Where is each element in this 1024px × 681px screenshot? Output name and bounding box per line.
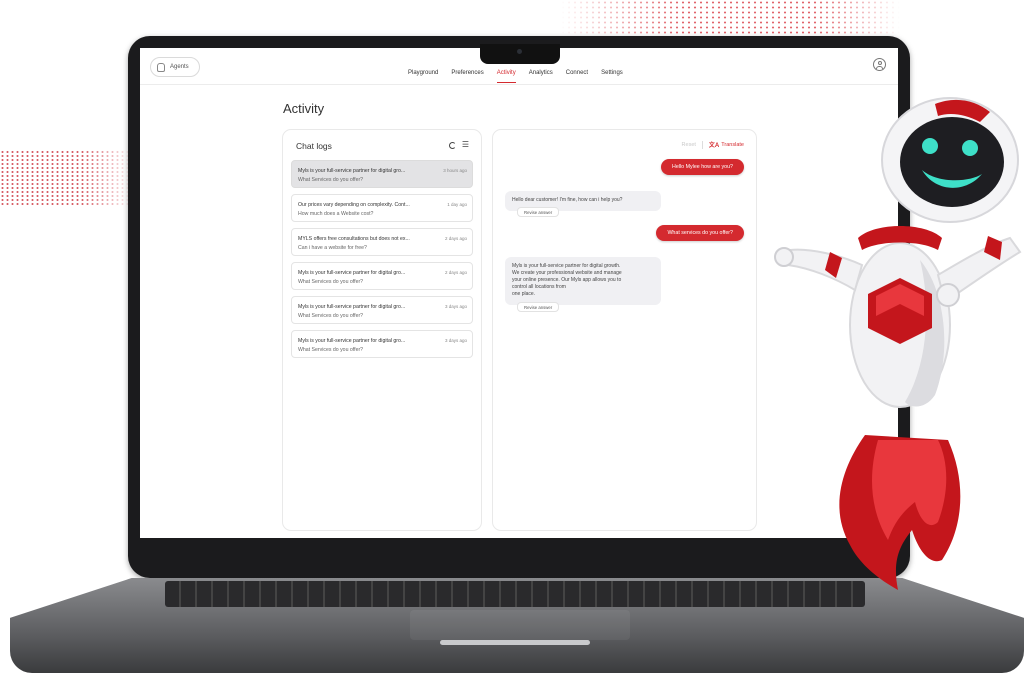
- chat-tools: Reset 文A Translate: [682, 140, 744, 149]
- tab-settings[interactable]: Settings: [601, 70, 623, 79]
- log-subtitle: What Services do you offer?: [298, 177, 364, 183]
- bot-message: Myls is your full-service partner for di…: [505, 257, 661, 305]
- tab-playground[interactable]: Playground: [408, 70, 438, 79]
- translate-label: Translate: [721, 141, 744, 148]
- robot-head-icon: [157, 62, 165, 72]
- refresh-icon[interactable]: [448, 142, 456, 149]
- translate-icon: 文A: [708, 143, 720, 149]
- tab-preferences[interactable]: Preferences: [451, 70, 483, 79]
- log-time: 2 days ago: [444, 270, 467, 275]
- chat-log-list: Myls is your full-service partner for di…: [291, 160, 473, 364]
- agents-label: Agents: [170, 64, 189, 70]
- bot-message-text: Hello dear customer! I'm fine, how can i…: [512, 197, 623, 203]
- page-title: Activity: [283, 101, 325, 116]
- camera-icon: [517, 49, 522, 54]
- laptop-notch: [480, 44, 560, 64]
- tab-connect[interactable]: Connect: [566, 70, 588, 79]
- translate-button[interactable]: 文A Translate: [708, 140, 744, 150]
- log-subtitle: What Services do you offer?: [298, 313, 364, 319]
- log-time: 3 days ago: [444, 338, 467, 343]
- robot-right-hand: [936, 283, 960, 307]
- log-time: 3 hours ago: [443, 168, 467, 173]
- chat-log-item[interactable]: Myls is your full-service partner for di…: [291, 262, 473, 290]
- bot-message-line: We create your professional website and …: [512, 270, 622, 276]
- bot-message-line: your online presence. Our Myls app allow…: [512, 277, 622, 283]
- robot-mascot: [774, 97, 1022, 590]
- laptop-keyboard: [165, 581, 865, 607]
- chat-conversation-panel: Reset 文A Translate Hello Mylee how are y…: [492, 129, 757, 531]
- laptop-trackpad: [410, 610, 630, 640]
- log-title: Our prices vary depending on complexity.…: [298, 202, 410, 208]
- revise-answer-button[interactable]: Revise answer: [517, 207, 560, 217]
- robot-right-eye: [962, 140, 978, 156]
- chat-log-item[interactable]: MYLS offers free consultations but does …: [291, 228, 473, 256]
- revise-answer-button[interactable]: Revise answer: [517, 302, 560, 312]
- agents-button[interactable]: Agents: [150, 57, 200, 77]
- log-subtitle: How much does a Website cost?: [298, 211, 374, 217]
- laptop-hinge: [440, 640, 590, 645]
- bot-message-line: control all locations from: [512, 284, 566, 290]
- tab-analytics[interactable]: Analytics: [529, 70, 553, 79]
- log-title: MYLS offers free consultations but does …: [298, 236, 410, 242]
- chat-log-item[interactable]: Our prices vary depending on complexity.…: [291, 194, 473, 222]
- chat-logs-panel: Chat logs ☰ Myls is your full-service pa…: [282, 129, 482, 531]
- log-subtitle: Can i have a website for free?: [298, 245, 367, 251]
- tab-activity[interactable]: Activity: [496, 70, 516, 83]
- user-message: Hello Mylee how are you?: [661, 159, 744, 175]
- log-title: Myls is your full-service partner for di…: [298, 304, 406, 310]
- robot-left-eye: [922, 138, 938, 154]
- bot-message-line: Myls is your full-service partner for di…: [512, 263, 621, 269]
- chat-log-item[interactable]: Myls is your full-service partner for di…: [291, 160, 473, 188]
- log-subtitle: What Services do you offer?: [298, 347, 364, 353]
- log-time: 2 days ago: [444, 236, 467, 241]
- user-message: What services do you offer?: [656, 225, 744, 241]
- log-time: 3 days ago: [444, 304, 467, 309]
- robot-left-arm: [786, 248, 864, 292]
- log-title: Myls is your full-service partner for di…: [298, 168, 406, 174]
- log-time: 1 day ago: [447, 202, 467, 207]
- tools-divider: [701, 140, 703, 149]
- user-avatar-icon[interactable]: [873, 58, 886, 71]
- chat-log-item[interactable]: Myls is your full-service partner for di…: [291, 330, 473, 358]
- log-title: Myls is your full-service partner for di…: [298, 338, 406, 344]
- chat-log-item[interactable]: Myls is your full-service partner for di…: [291, 296, 473, 324]
- robot-left-hand: [774, 247, 794, 267]
- log-subtitle: What Services do you offer?: [298, 279, 364, 285]
- chat-logs-title: Chat logs: [296, 141, 332, 151]
- bot-message-line: one place.: [512, 291, 536, 297]
- chat-logs-tools: ☰: [448, 141, 469, 149]
- log-title: Myls is your full-service partner for di…: [298, 270, 406, 276]
- decorative-dots-left: [0, 150, 135, 205]
- reset-button[interactable]: Reset: [682, 142, 696, 148]
- filter-icon[interactable]: ☰: [462, 141, 469, 149]
- main-nav: Playground Preferences Activity Analytic…: [408, 70, 623, 83]
- robot-face: [900, 117, 1004, 207]
